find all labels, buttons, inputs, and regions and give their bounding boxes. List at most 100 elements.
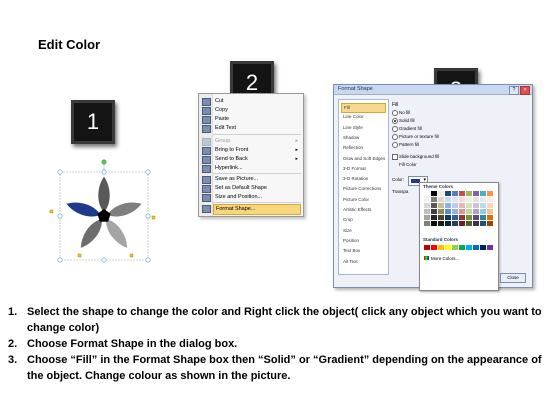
theme-color-swatch[interactable] (438, 191, 444, 196)
theme-color-swatch[interactable] (480, 221, 486, 226)
theme-color-swatch[interactable] (459, 203, 465, 208)
fill-option-radio[interactable] (392, 126, 398, 132)
theme-color-swatch[interactable] (487, 197, 493, 202)
adjust-handle[interactable] (129, 253, 134, 258)
rotate-handle[interactable] (101, 159, 107, 165)
resize-handle[interactable] (57, 169, 63, 175)
theme-color-swatch[interactable] (473, 221, 479, 226)
theme-color-swatch[interactable] (424, 209, 430, 214)
theme-color-swatch[interactable] (459, 191, 465, 196)
theme-color-swatch[interactable] (424, 203, 430, 208)
adjust-handle[interactable] (151, 215, 156, 220)
context-menu-item[interactable]: Send to Back ▸ (213, 155, 301, 164)
dialog-nav-item[interactable]: Size (341, 227, 386, 235)
resize-handle[interactable] (145, 169, 151, 175)
theme-color-swatch[interactable] (438, 203, 444, 208)
dialog-nav-item[interactable]: Fill (341, 103, 386, 113)
theme-color-swatch[interactable] (473, 215, 479, 220)
theme-color-swatch[interactable] (480, 215, 486, 220)
dialog-nav-item[interactable]: Text Box (341, 247, 386, 255)
fill-option-radio[interactable] (392, 134, 398, 140)
theme-color-swatch[interactable] (445, 209, 451, 214)
more-colors-item[interactable]: More Colors... (424, 256, 459, 261)
standard-color-swatch[interactable] (452, 245, 458, 250)
context-menu-item[interactable]: Paste (213, 115, 301, 124)
context-menu-item[interactable]: Group ▸ (213, 137, 301, 146)
theme-color-swatch[interactable] (445, 221, 451, 226)
standard-color-swatch[interactable] (438, 245, 444, 250)
theme-color-swatch[interactable] (424, 197, 430, 202)
theme-color-swatch[interactable] (424, 191, 430, 196)
standard-color-swatch[interactable] (466, 245, 472, 250)
context-menu-item[interactable]: Bring to Front ▸ (213, 146, 301, 155)
dialog-nav-item[interactable]: 3-D Rotation (341, 175, 386, 183)
dialog-nav-item[interactable]: Glow and Soft Edges (341, 155, 386, 163)
theme-color-swatch[interactable] (438, 215, 444, 220)
theme-color-swatch[interactable] (459, 221, 465, 226)
standard-color-swatch[interactable] (487, 245, 493, 250)
theme-color-swatch[interactable] (438, 209, 444, 214)
theme-color-swatch[interactable] (431, 197, 437, 202)
dialog-nav-item[interactable]: Picture Color (341, 196, 386, 204)
dialog-nav-item[interactable]: Shadow (341, 134, 386, 142)
theme-color-swatch[interactable] (431, 203, 437, 208)
context-menu-item[interactable]: Copy (213, 106, 301, 115)
theme-color-swatch[interactable] (459, 209, 465, 214)
context-menu-item[interactable]: Save as Picture... (213, 175, 301, 184)
context-menu-item[interactable]: Edit Text (213, 124, 301, 133)
context-menu-item[interactable]: Format Shape... (213, 204, 301, 215)
theme-color-swatch[interactable] (487, 191, 493, 196)
dialog-nav-item[interactable]: 3-D Format (341, 165, 386, 173)
dialog-nav-item[interactable]: Position (341, 237, 386, 245)
theme-color-swatch[interactable] (466, 197, 472, 202)
theme-color-swatch[interactable] (459, 215, 465, 220)
close-button[interactable]: Close (500, 273, 526, 283)
theme-color-swatch[interactable] (480, 191, 486, 196)
dialog-nav-item[interactable]: Alt Text (341, 258, 386, 266)
theme-color-swatch[interactable] (438, 197, 444, 202)
theme-color-swatch[interactable] (466, 215, 472, 220)
theme-color-swatch[interactable] (473, 209, 479, 214)
theme-color-swatch[interactable] (480, 203, 486, 208)
resize-handle[interactable] (101, 257, 107, 263)
dialog-nav-item[interactable]: Reflection (341, 144, 386, 152)
theme-color-swatch[interactable] (445, 215, 451, 220)
theme-color-swatch[interactable] (473, 191, 479, 196)
dialog-nav-item[interactable]: Crop (341, 216, 386, 224)
standard-color-swatch[interactable] (424, 245, 430, 250)
dialog-nav-item[interactable]: Line Color (341, 113, 386, 121)
theme-color-swatch[interactable] (438, 221, 444, 226)
theme-color-swatch[interactable] (473, 203, 479, 208)
close-icon[interactable]: × (520, 86, 530, 95)
context-menu-item[interactable]: Set as Default Shape (213, 184, 301, 193)
theme-color-swatch[interactable] (452, 197, 458, 202)
resize-handle[interactable] (145, 257, 151, 263)
theme-color-swatch[interactable] (466, 203, 472, 208)
help-icon[interactable]: ? (509, 86, 519, 95)
theme-color-swatch[interactable] (431, 221, 437, 226)
theme-color-swatch[interactable] (452, 191, 458, 196)
theme-color-swatch[interactable] (452, 215, 458, 220)
theme-color-swatch[interactable] (431, 209, 437, 214)
dialog-nav-item[interactable]: Artistic Effects (341, 206, 386, 214)
flower-shape[interactable] (48, 158, 158, 270)
petal-right[interactable] (105, 198, 144, 221)
theme-color-swatch[interactable] (445, 191, 451, 196)
petal-left-selected[interactable] (64, 198, 103, 221)
theme-color-swatch[interactable] (480, 209, 486, 214)
standard-color-swatch[interactable] (431, 245, 437, 250)
theme-color-swatch[interactable] (473, 197, 479, 202)
resize-handle[interactable] (57, 213, 63, 219)
theme-color-swatch[interactable] (452, 203, 458, 208)
standard-color-swatch[interactable] (445, 245, 451, 250)
fill-option-radio[interactable] (392, 110, 398, 116)
context-menu-item[interactable]: Cut (213, 97, 301, 106)
theme-color-swatch[interactable] (424, 221, 430, 226)
theme-color-swatch[interactable] (466, 221, 472, 226)
theme-color-swatch[interactable] (459, 197, 465, 202)
theme-color-swatch[interactable] (487, 215, 493, 220)
theme-color-swatch[interactable] (424, 215, 430, 220)
theme-color-swatch[interactable] (445, 203, 451, 208)
fill-option-radio[interactable] (392, 118, 398, 124)
fill-option-radio[interactable] (392, 142, 398, 148)
